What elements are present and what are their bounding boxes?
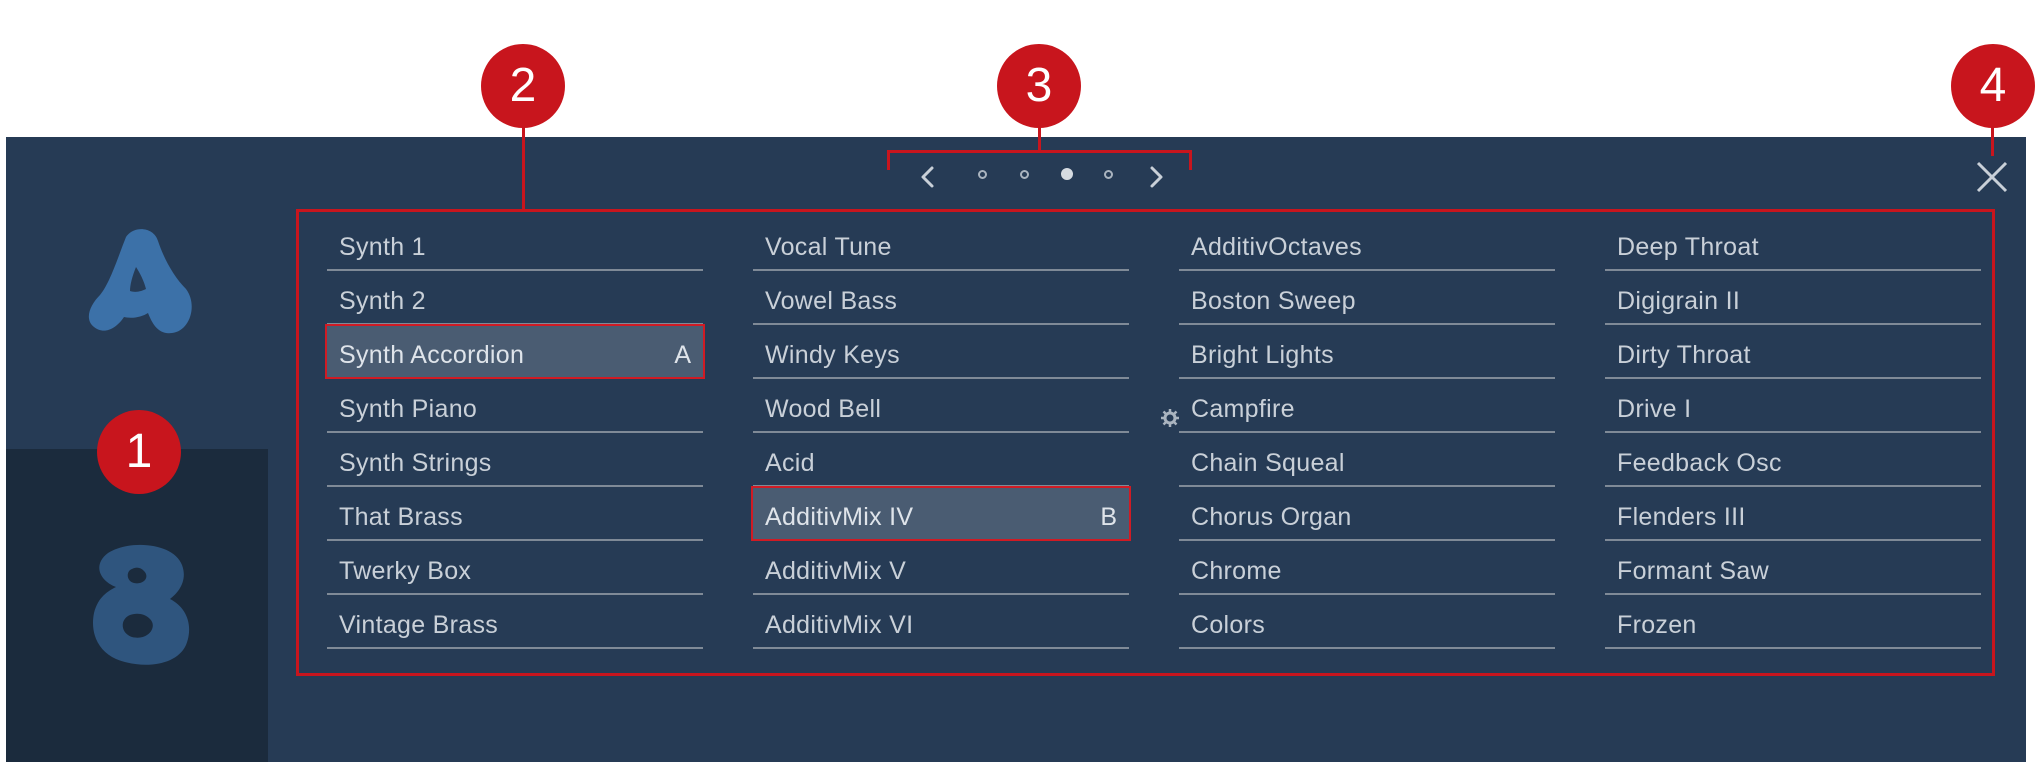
callout-leader-2 <box>522 126 525 210</box>
page-dot-4[interactable] <box>1104 170 1113 179</box>
callout-leader-4 <box>1991 126 1994 156</box>
callout-2: 2 <box>481 44 565 128</box>
letter-a-logo <box>88 229 192 334</box>
close-icon[interactable] <box>1972 157 2012 197</box>
letter-b-logo <box>92 544 190 665</box>
callout-3: 3 <box>997 44 1081 128</box>
slot-a[interactable] <box>6 137 268 449</box>
callout-leader-3 <box>1038 126 1041 152</box>
callout-frame-3 <box>887 150 1192 170</box>
page-dot-2[interactable] <box>1020 170 1029 179</box>
page-dot-1[interactable] <box>978 170 987 179</box>
callout-frame-2 <box>296 209 1995 676</box>
callout-1: 1 <box>97 410 181 494</box>
callout-4: 4 <box>1951 44 2035 128</box>
slot-b[interactable] <box>6 449 268 762</box>
